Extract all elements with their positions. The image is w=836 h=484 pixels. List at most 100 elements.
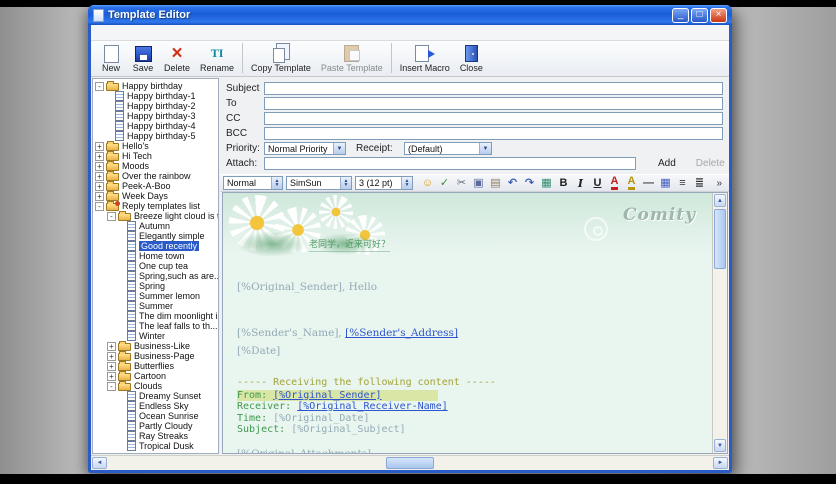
save-button[interactable]: Save (127, 43, 159, 73)
paste-template-button[interactable]: Paste Template (316, 43, 388, 73)
scroll-up-icon[interactable]: ▲ (714, 194, 726, 207)
paragraph-style-select[interactable]: Normal ▲ ▼ (223, 176, 283, 190)
from-macro[interactable]: [%Original_Sender] (273, 390, 381, 401)
tree-item[interactable]: Happy birthday (93, 81, 218, 91)
tree-item[interactable]: Elegantly simple (93, 231, 218, 241)
scroll-down-icon[interactable]: ▼ (714, 439, 726, 452)
dropdown-arrow-icon[interactable]: ▼ (333, 143, 345, 154)
tree-item[interactable]: Hi Tech (93, 151, 218, 161)
insert-macro-button[interactable]: Insert Macro (390, 43, 455, 73)
receipt-select[interactable]: (Default) ▼ (404, 142, 492, 155)
font-color-icon[interactable]: A (606, 175, 623, 191)
tree-item[interactable]: Summer lemon (93, 291, 218, 301)
undo-icon[interactable]: ↶ (504, 175, 521, 191)
attach-input[interactable] (264, 157, 636, 170)
expand-toggle-icon[interactable] (107, 351, 116, 361)
expand-toggle-icon[interactable] (107, 361, 116, 371)
expand-toggle-icon[interactable] (95, 161, 104, 171)
underline-icon[interactable]: U (589, 175, 606, 191)
tree-item[interactable]: Happy birthday-1 (93, 91, 218, 101)
smiley-icon[interactable]: ☺ (419, 175, 436, 191)
receiver-macro[interactable]: [%Original_Receiver-Name] (297, 401, 448, 412)
new-button[interactable]: New (95, 43, 127, 73)
highlight-icon[interactable]: A (623, 175, 640, 191)
scroll-right-icon[interactable]: ► (713, 457, 728, 469)
redo-icon[interactable]: ↷ (521, 175, 538, 191)
template-body-editor[interactable]: Comity 老同学，近来可好？ [%Original_Sender], Hel… (223, 193, 712, 453)
expand-toggle-icon[interactable] (107, 341, 116, 351)
tree-item[interactable]: Endless Sky (93, 401, 218, 411)
tree-item[interactable]: Hello's (93, 141, 218, 151)
tree-item[interactable]: Ocean Sunrise (93, 411, 218, 421)
tree-item[interactable]: Happy birthday-3 (93, 111, 218, 121)
close-button[interactable]: Close (455, 43, 488, 73)
expand-toggle-icon[interactable] (107, 211, 116, 221)
italic-icon[interactable]: I (572, 175, 589, 191)
font-size-select[interactable]: 3 (12 pt) ▲ ▼ (355, 176, 413, 190)
expand-toggle-icon[interactable] (107, 371, 116, 381)
table-icon[interactable]: ▦ (657, 175, 674, 191)
bullet-list-icon[interactable]: ≣ (691, 175, 708, 191)
add-attachment-button[interactable]: Add (658, 158, 676, 169)
tree-item[interactable]: Cartoon (93, 371, 218, 381)
bold-icon[interactable]: B (555, 175, 572, 191)
dropdown-arrow-icon[interactable]: ▼ (479, 143, 491, 154)
expand-toggle-icon[interactable] (95, 151, 104, 161)
rename-button[interactable]: Rename (195, 43, 239, 73)
minimize-button[interactable]: _ (672, 7, 689, 23)
expand-toggle-icon[interactable] (95, 171, 104, 181)
tree-item[interactable]: Happy birthday-5 (93, 131, 218, 141)
horizontal-rule-icon[interactable]: — (640, 175, 657, 191)
spinner-icon[interactable]: ▲ ▼ (271, 177, 282, 189)
tree-item[interactable]: Business-Like (93, 341, 218, 351)
priority-select[interactable]: Normal Priority ▼ (264, 142, 346, 155)
scroll-left-icon[interactable]: ◄ (92, 457, 107, 469)
spinner-icon[interactable]: ▲ ▼ (401, 177, 412, 189)
expand-toggle-icon[interactable] (95, 191, 104, 201)
copy-template-button[interactable]: Copy Template (242, 43, 316, 73)
to-input[interactable] (264, 97, 723, 110)
vertical-scrollbar[interactable]: ▲ ▼ (712, 193, 727, 453)
horizontal-scroll-thumb[interactable] (385, 457, 434, 469)
tree-item[interactable]: The dim moonlight i... (93, 311, 218, 321)
tree-item[interactable]: The leaf falls to th... (93, 321, 218, 331)
maximize-button[interactable]: □ (691, 7, 708, 23)
cc-input[interactable] (264, 112, 723, 125)
subject-input[interactable] (264, 82, 723, 95)
tree-item[interactable]: Business-Page (93, 351, 218, 361)
tree-item[interactable]: Winter (93, 331, 218, 341)
tree-item[interactable]: Ray Streaks (93, 431, 218, 441)
tree-item[interactable]: Good recently (93, 241, 218, 251)
tree-item[interactable]: Peek-A-Boo (93, 181, 218, 191)
tree-item[interactable]: Moods (93, 161, 218, 171)
expand-toggle-icon[interactable] (95, 201, 104, 211)
tree-item[interactable]: Tropical Dusk (93, 441, 218, 451)
tree-item[interactable]: Clouds (93, 381, 218, 391)
delete-attachment-button[interactable]: Delete (696, 158, 725, 169)
tree-item[interactable]: Spring (93, 281, 218, 291)
font-family-select[interactable]: SimSun ▲ ▼ (286, 176, 352, 190)
spellcheck-icon[interactable]: ✓ (436, 175, 453, 191)
tree-item[interactable]: Butterflies (93, 361, 218, 371)
horizontal-scroll-track[interactable] (108, 456, 712, 470)
image-icon[interactable]: ▦ (538, 175, 555, 191)
copy-icon[interactable]: ▣ (470, 175, 487, 191)
cut-icon[interactable]: ✂ (453, 175, 470, 191)
tree-item[interactable]: Week Days (93, 191, 218, 201)
tree-item[interactable]: Over the rainbow (93, 171, 218, 181)
tree-item[interactable]: Dreamy Sunset (93, 391, 218, 401)
tree-item[interactable]: Happy birthday-2 (93, 101, 218, 111)
tree-item[interactable]: One cup tea (93, 261, 218, 271)
tree-item[interactable]: Reply templates list (93, 201, 218, 211)
close-window-button[interactable]: × (710, 7, 727, 23)
spinner-icon[interactable]: ▲ ▼ (340, 177, 351, 189)
paste-icon[interactable]: ▤ (487, 175, 504, 191)
sender-address-macro[interactable]: [%Sender's_Address] (345, 327, 458, 339)
tree-item[interactable]: Partly Cloudy (93, 421, 218, 431)
vertical-scroll-thumb[interactable] (714, 209, 726, 269)
horizontal-scrollbar[interactable]: ◄ ► (91, 455, 729, 470)
expand-toggle-icon[interactable] (95, 141, 104, 151)
tree-item[interactable]: Summer (93, 301, 218, 311)
expand-toggle-icon[interactable] (95, 181, 104, 191)
tree-item[interactable]: Breeze light cloud is thin (93, 211, 218, 221)
